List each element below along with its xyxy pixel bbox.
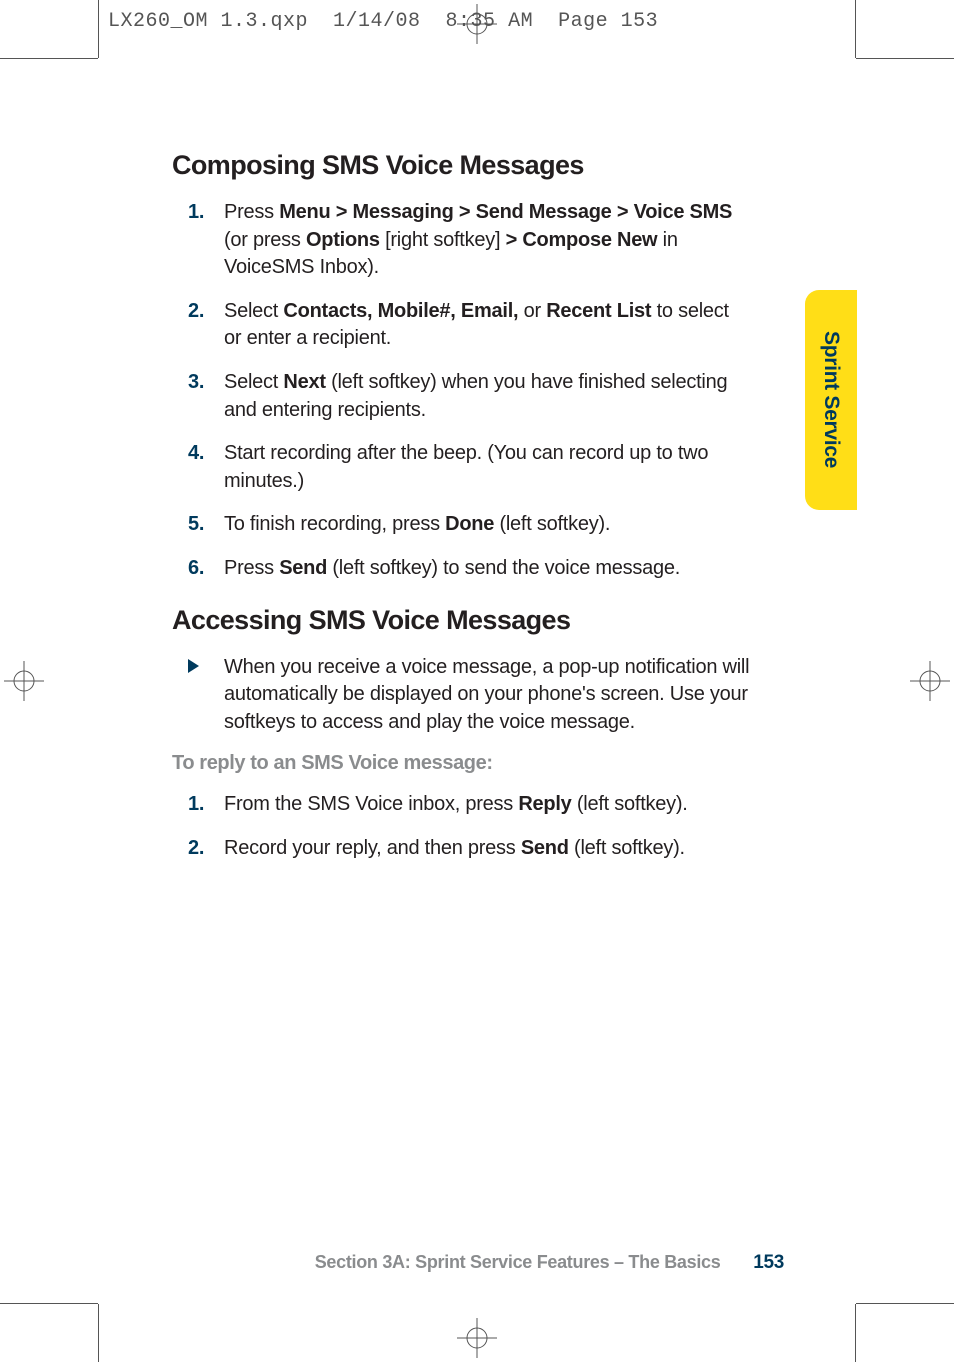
section-tab: Sprint Service: [805, 290, 857, 510]
print-slug: LX260_OM 1.3.qxp 1/14/08 8:35 AM Page 15…: [108, 10, 658, 33]
registration-mark-icon: [4, 661, 44, 701]
subheading-reply: To reply to an SMS Voice message:: [172, 752, 784, 775]
step-item: Press Send (left softkey) to send the vo…: [224, 555, 784, 583]
triangle-bullet-icon: [188, 659, 199, 673]
page-body: Sprint Service Composing SMS Voice Messa…: [98, 58, 856, 1304]
crop-mark: [98, 0, 99, 58]
crop-mark: [856, 1303, 954, 1304]
bullets-accessing: When you receive a voice message, a pop-…: [172, 654, 784, 737]
bullet-item: When you receive a voice message, a pop-…: [224, 654, 784, 737]
heading-composing: Composing SMS Voice Messages: [172, 150, 784, 181]
page-number: 153: [753, 1252, 784, 1274]
crop-mark: [0, 1303, 98, 1304]
step-item: Record your reply, and then press Send (…: [224, 835, 784, 863]
step-item: Press Menu > Messaging > Send Message > …: [224, 199, 784, 282]
steps-composing: Press Menu > Messaging > Send Message > …: [172, 199, 784, 583]
crop-mark: [855, 0, 856, 58]
step-item: Select Next (left softkey) when you have…: [224, 369, 784, 424]
crop-mark: [856, 58, 954, 59]
step-item: From the SMS Voice inbox, press Reply (l…: [224, 791, 784, 819]
step-item: Start recording after the beep. (You can…: [224, 440, 784, 495]
footer-text: Section 3A: Sprint Service Features – Th…: [315, 1252, 721, 1272]
steps-reply: From the SMS Voice inbox, press Reply (l…: [172, 791, 784, 862]
bullet-text: When you receive a voice message, a pop-…: [224, 656, 749, 733]
registration-mark-icon: [457, 1318, 497, 1358]
page-footer: Section 3A: Sprint Service Features – Th…: [98, 1252, 856, 1274]
crop-mark: [0, 58, 98, 59]
section-tab-label: Sprint Service: [819, 331, 843, 468]
heading-accessing: Accessing SMS Voice Messages: [172, 605, 784, 636]
crop-mark: [855, 1304, 856, 1362]
step-item: To finish recording, press Done (left so…: [224, 511, 784, 539]
registration-mark-icon: [910, 661, 950, 701]
crop-mark: [98, 1304, 99, 1362]
step-item: Select Contacts, Mobile#, Email, or Rece…: [224, 298, 784, 353]
